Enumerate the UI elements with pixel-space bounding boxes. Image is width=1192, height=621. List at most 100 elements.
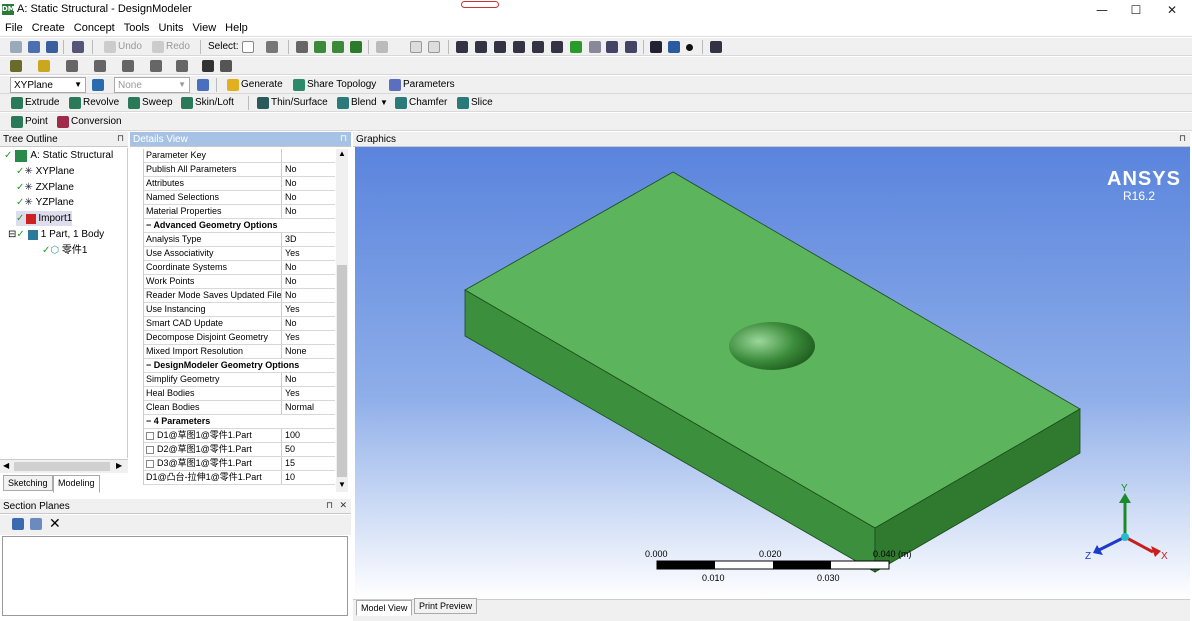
details-value[interactable]: No [282,289,297,302]
undo-icon[interactable] [104,41,116,53]
sweep-icon[interactable] [128,97,140,109]
details-value[interactable]: Yes [282,387,300,400]
screenshot-icon[interactable] [72,41,84,53]
menu-concept[interactable]: Concept [69,20,119,36]
menu-file[interactable]: File [0,20,27,36]
magnifier-icon[interactable] [551,41,563,53]
menu-create[interactable]: Create [27,20,69,36]
help-icon[interactable] [710,41,722,53]
parameter-checkbox[interactable] [146,445,154,454]
tree-item-body[interactable]: ✓⬡ 零件1 [42,243,87,258]
parameter-checkbox[interactable] [146,431,154,440]
generate-button[interactable]: Generate [241,79,283,90]
tree-item-xyplane[interactable]: ✓✳ XYPlane [16,164,74,179]
revolve-button[interactable]: Revolve [83,97,119,108]
details-row[interactable]: Publish All Parameters No [144,163,335,177]
share-topology-icon[interactable] [293,79,305,91]
pin-icon[interactable]: ⊓ [1179,132,1186,145]
tree-item-zxplane[interactable]: ✓✳ ZXPlane [16,180,74,195]
plane-select[interactable]: XYPlane ▼ [10,77,86,93]
new-section-icon[interactable] [12,518,24,530]
details-value[interactable]: 50 [282,443,295,456]
select-filter-icon[interactable] [266,41,278,53]
zoom-box-icon[interactable] [513,41,525,53]
details-value[interactable]: 3D [282,233,297,246]
skin-loft-icon[interactable] [181,97,193,109]
edit-section-icon[interactable] [30,518,42,530]
details-row[interactable]: − Advanced Geometry Options [144,219,335,233]
box-select-icon[interactable] [410,41,422,53]
scroll-left-icon[interactable]: ◀ [3,461,9,470]
blend-dropdown-icon[interactable]: ▼ [380,98,388,107]
details-row[interactable]: D2@草图1@零件1.Part 50 [144,443,335,457]
plate-hole[interactable] [729,322,815,370]
slice-button[interactable]: Slice [471,97,493,108]
scroll-down-icon[interactable]: ▼ [338,480,346,489]
details-value[interactable]: No [282,373,297,386]
menu-view[interactable]: View [188,20,221,36]
details-row[interactable]: Decompose Disjoint Geometry Yes [144,331,335,345]
extrude-button[interactable]: Extrude [25,97,59,108]
extrude-icon[interactable] [11,97,23,109]
details-row[interactable]: Coordinate Systems No [144,261,335,275]
slice-icon[interactable] [457,97,469,109]
generate-icon[interactable] [227,79,239,91]
scroll-right-icon[interactable]: ▶ [116,461,122,470]
details-row[interactable]: − 4 Parameters [144,415,335,429]
graphics-viewport[interactable]: ANSYS R16.2 0.000 0.020 0.040 (m) 0.010 … [355,147,1190,599]
details-row[interactable]: − DesignModeler Geometry Options [144,359,335,373]
zoom-fit-icon[interactable] [532,41,544,53]
rotate-icon[interactable] [456,41,468,53]
tree-item-yzplane[interactable]: ✓✳ YZPlane [16,195,74,210]
menu-tools[interactable]: Tools [119,20,154,36]
tree-item-parts[interactable]: ⊟✓ 1 Part, 1 Body [8,227,104,242]
extend-icon[interactable] [376,41,388,53]
details-row[interactable]: Parameter Key [144,149,335,163]
details-value[interactable]: 15 [282,457,295,470]
details-value[interactable]: No [282,275,297,288]
minimize-button[interactable]: — [1090,2,1114,18]
skin-loft-button[interactable]: Skin/Loft [195,97,234,108]
style-icon[interactable] [10,60,22,72]
sweep-button[interactable]: Sweep [142,97,173,108]
close-button[interactable]: ✕ [1160,2,1184,18]
point-button[interactable]: Point [25,116,48,127]
delete-section-icon[interactable]: ✕ [49,516,61,532]
details-row[interactable]: Analysis Type 3D [144,233,335,247]
details-row[interactable]: Named Selections No [144,191,335,205]
select-body-icon[interactable] [350,41,362,53]
details-row[interactable]: Clean Bodies Normal [144,401,335,415]
select-edge-icon[interactable] [314,41,326,53]
pan-icon[interactable] [475,41,487,53]
tree-item-import1[interactable]: ✓ Import1 [16,211,73,226]
scroll-up-icon[interactable]: ▲ [338,149,346,158]
conversion-icon[interactable] [57,116,69,128]
view-icon[interactable] [625,41,637,53]
chamfer-icon[interactable] [395,97,407,109]
scrollbar-thumb[interactable] [337,265,347,477]
tab-model-view[interactable]: Model View [356,600,413,616]
blend-button[interactable]: Blend [351,97,377,108]
maximize-button[interactable]: ☐ [1124,2,1148,18]
menu-units[interactable]: Units [153,20,187,36]
conversion-button[interactable]: Conversion [71,116,122,127]
details-row[interactable]: D1@凸台-拉伸1@零件1.Part 10 [144,471,335,485]
details-value[interactable]: No [282,177,297,190]
line2-icon[interactable] [94,60,106,72]
color-icon[interactable] [38,60,50,72]
details-value[interactable] [282,149,285,162]
box-select2-icon[interactable] [428,41,440,53]
dot-icon[interactable] [686,44,693,51]
scrollbar-thumb[interactable] [14,462,110,471]
tab-print-preview[interactable]: Print Preview [414,598,478,614]
menu-help[interactable]: Help [220,20,252,36]
details-value[interactable]: No [282,317,297,330]
zoom-prev-icon[interactable] [589,41,601,53]
details-value[interactable]: Yes [282,303,300,316]
line4-icon[interactable] [150,60,162,72]
details-row[interactable]: Heal Bodies Yes [144,387,335,401]
details-value[interactable]: Normal [282,401,314,414]
tab-modeling[interactable]: Modeling [53,475,100,493]
tab-sketching[interactable]: Sketching [3,475,53,491]
details-scrollbar[interactable]: ▲ ▼ [336,149,348,492]
